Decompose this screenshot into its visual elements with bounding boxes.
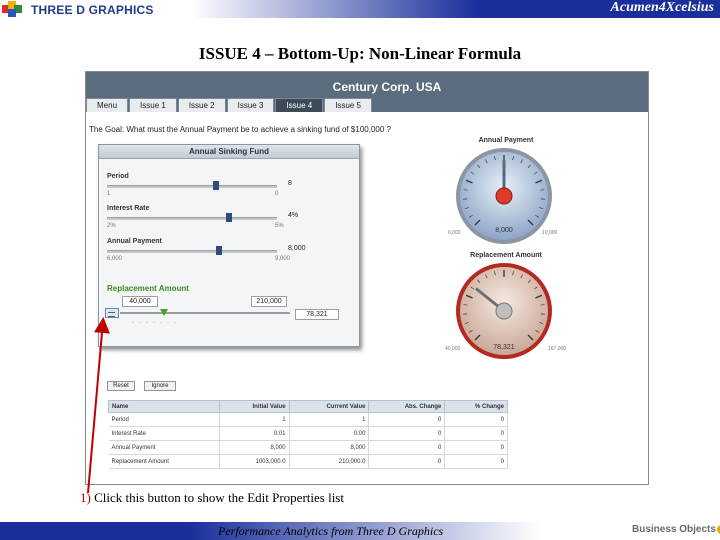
footer-text: Performance Analytics from Three D Graph… bbox=[218, 524, 444, 538]
annual-payment-gauge-title: Annual Payment bbox=[478, 137, 534, 144]
interest-rate-track[interactable] bbox=[107, 217, 277, 220]
table-cell: Interest Rate bbox=[108, 426, 220, 441]
edit-properties-button[interactable] bbox=[105, 308, 119, 318]
dashboard-header: Century Corp. USA Menu Issue 1 Issue 2 I… bbox=[86, 72, 648, 112]
values-table: Name Initial Value Current Value Abs. Ch… bbox=[108, 400, 508, 469]
dashboard-screenshot: Century Corp. USA Menu Issue 1 Issue 2 I… bbox=[85, 71, 649, 485]
table-cell: 0 bbox=[444, 454, 508, 469]
business-objects-logo-text: Business Objects bbox=[632, 524, 716, 535]
three-d-graphics-logo: THREE D GRAPHICS bbox=[2, 1, 162, 18]
logo-text: THREE D GRAPHICS bbox=[31, 2, 154, 17]
table-cell: 8,000 bbox=[289, 440, 370, 455]
table-cell: 1003,000.0 bbox=[219, 454, 290, 469]
col-abs-change: Abs. Change bbox=[368, 400, 446, 413]
annual-payment-thumb[interactable] bbox=[216, 246, 223, 255]
company-title: Century Corp. USA bbox=[332, 80, 442, 94]
replacement-max-box[interactable]: 210,000 bbox=[251, 296, 287, 307]
table-row: Interest Rate 0.01 0.00 0 0 bbox=[108, 426, 508, 441]
annual-payment-value: 8,000 bbox=[288, 245, 306, 252]
period-thumb[interactable] bbox=[212, 181, 219, 190]
replacement-gauge-max: 167,000 bbox=[548, 346, 567, 352]
replacement-amount-gauge: 78,321 bbox=[456, 263, 552, 359]
table-row: Replacement Amount 1003,000.0 210,000.0 … bbox=[108, 454, 508, 469]
replacement-min-box[interactable]: 40,000 bbox=[122, 296, 158, 307]
interest-rate-value: 4% bbox=[288, 212, 299, 219]
replacement-gauge-value: 78,321 bbox=[493, 344, 515, 351]
annual-payment-min: 6,000 bbox=[107, 256, 123, 262]
col-current-value: Current Value bbox=[288, 400, 370, 413]
tab-issue-4[interactable]: Issue 4 bbox=[275, 98, 324, 112]
table-cell: 1 bbox=[289, 412, 370, 427]
col-initial-value: Initial Value bbox=[219, 400, 290, 413]
annual-payment-gauge-max: 10,000 bbox=[542, 230, 558, 236]
table-cell: 0 bbox=[368, 412, 446, 427]
replacement-value-box[interactable]: 78,321 bbox=[295, 309, 339, 320]
interest-rate-thumb[interactable] bbox=[226, 213, 233, 222]
col-pct-change: % Change bbox=[444, 400, 508, 413]
period-label: Period bbox=[107, 173, 129, 180]
period-min: 1 bbox=[107, 191, 111, 197]
table-header-row: Name Initial Value Current Value Abs. Ch… bbox=[108, 400, 508, 413]
interest-rate-min: 2% bbox=[107, 223, 116, 229]
header-band: Acumen4Xcelsius bbox=[180, 0, 720, 18]
table-cell: Replacement Amount bbox=[108, 454, 220, 469]
interest-rate-max: 5% bbox=[275, 223, 284, 229]
annual-payment-gauge: 8,000 bbox=[456, 148, 552, 244]
annual-payment-max: 9,000 bbox=[275, 256, 291, 262]
table-cell: 0.00 bbox=[289, 426, 370, 441]
table-cell: 8,000 bbox=[219, 440, 290, 455]
annual-payment-slider[interactable]: Annual Payment 8,000 6,000 9,000 bbox=[107, 238, 357, 262]
interest-rate-slider[interactable]: Interest Rate 4% 2% 5% bbox=[107, 205, 357, 229]
col-name: Name bbox=[108, 400, 220, 413]
replacement-thumb[interactable] bbox=[160, 309, 169, 316]
replacement-gauge-min: 40,000 bbox=[445, 346, 461, 352]
replacement-track[interactable] bbox=[120, 312, 290, 314]
table-cell: 0 bbox=[368, 454, 446, 469]
period-track[interactable] bbox=[107, 185, 277, 188]
table-cell: 0.01 bbox=[219, 426, 290, 441]
callout-text: 1) Click this button to show the Edit Pr… bbox=[80, 490, 344, 506]
tab-issue-2[interactable]: Issue 2 bbox=[177, 98, 226, 112]
slide-title: ISSUE 4 – Bottom-Up: Non-Linear Formula bbox=[198, 44, 522, 63]
replacement-ticks: ······· bbox=[132, 320, 181, 326]
annual-payment-track[interactable] bbox=[107, 250, 277, 253]
table-cell: 1 bbox=[219, 412, 290, 427]
callout-number: 1) bbox=[80, 490, 91, 505]
tab-issue-1[interactable]: Issue 1 bbox=[129, 98, 177, 112]
tab-issue-3[interactable]: Issue 3 bbox=[226, 98, 275, 112]
period-max: 0 bbox=[275, 191, 279, 197]
brand-name: Acumen4Xcelsius bbox=[610, 0, 714, 15]
logo-mark-icon bbox=[2, 1, 28, 18]
table-row: Period 1 1 0 0 bbox=[108, 412, 508, 427]
annual-payment-gauge-value: 8,000 bbox=[495, 227, 513, 234]
period-slider[interactable]: Period 8 1 0 bbox=[107, 173, 357, 197]
annual-payment-label: Annual Payment bbox=[107, 238, 162, 245]
tab-menu[interactable]: Menu bbox=[86, 98, 129, 112]
replacement-gauge-title: Replacement Amount bbox=[470, 252, 542, 259]
table-cell: Period bbox=[108, 412, 220, 427]
table-cell: 0 bbox=[444, 412, 508, 427]
table-row: Annual Payment 8,000 8,000 0 0 bbox=[108, 440, 508, 455]
period-value: 8 bbox=[288, 180, 292, 187]
table-cell: 0 bbox=[368, 426, 446, 441]
callout-body: Click this button to show the Edit Prope… bbox=[90, 490, 344, 505]
annual-payment-gauge-min: 6,000 bbox=[448, 230, 461, 236]
business-objects-logo: Business Objects bbox=[632, 524, 720, 535]
tab-issue-5[interactable]: Issue 5 bbox=[324, 98, 372, 112]
table-cell: 0 bbox=[444, 426, 508, 441]
replacement-amount-title: Replacement Amount bbox=[107, 284, 189, 293]
goal-text: The Goal: What must the Annual Payment b… bbox=[89, 125, 391, 134]
table-cell: 0 bbox=[444, 440, 508, 455]
sinking-fund-title: Annual Sinking Fund bbox=[99, 145, 359, 159]
table-cell: Annual Payment bbox=[108, 440, 220, 455]
reset-button[interactable]: Reset bbox=[107, 381, 135, 391]
table-cell: 0 bbox=[368, 440, 446, 455]
ignore-button[interactable]: Ignore bbox=[144, 381, 176, 391]
tab-bar: Menu Issue 1 Issue 2 Issue 3 Issue 4 Iss… bbox=[86, 98, 373, 112]
table-cell: 210,000.0 bbox=[289, 454, 370, 469]
